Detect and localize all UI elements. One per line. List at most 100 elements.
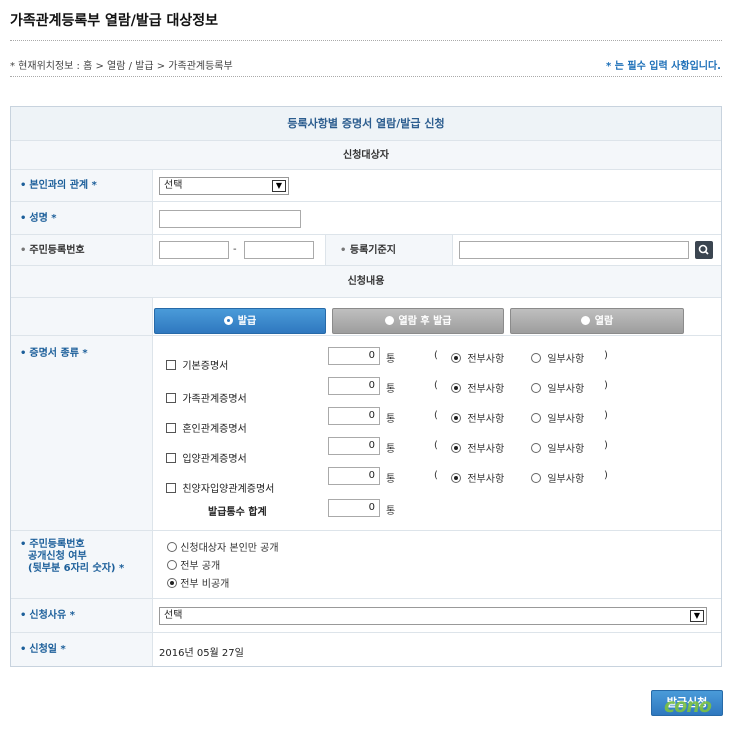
option-all[interactable]: 전부사항 [451, 350, 504, 365]
unit-label: 통 [386, 474, 396, 485]
form-header: 등록사항별 증명서 열람/발급 신청 [11, 107, 721, 141]
cert-item-basic[interactable]: 기본증명서 [166, 357, 228, 372]
total-count-input: 0 [328, 499, 380, 517]
chevron-down-icon: ▼ [272, 180, 286, 192]
relation-select[interactable]: 선택 ▼ [159, 177, 289, 195]
radio-icon[interactable] [167, 578, 177, 588]
option-part[interactable]: 일부사항 [531, 350, 584, 365]
name-row: • 성명 * [11, 202, 721, 235]
cert-count-input[interactable]: 0 [328, 467, 380, 485]
paren-open: ( [434, 380, 438, 391]
domicile-label: • 등록기준지 [325, 235, 453, 265]
cert-count-input[interactable]: 0 [328, 407, 380, 425]
checkbox[interactable] [166, 423, 176, 433]
paren-open: ( [434, 410, 438, 421]
date-value: 2016년 05월 27일 [159, 648, 244, 659]
radio-icon[interactable] [167, 542, 177, 552]
radio-icon[interactable] [531, 473, 541, 483]
checkbox[interactable] [166, 453, 176, 463]
name-label: • 성명 * [11, 202, 153, 234]
tab-row: 발급 열람 후 발급 열람 [11, 298, 721, 336]
radio-icon[interactable] [167, 560, 177, 570]
date-row: • 신청일 * 2016년 05월 27일 [11, 633, 721, 666]
total-label: 발급통수 합계 [208, 507, 267, 518]
disclosure-row: • 주민등록번호 공개신청 여부 (뒷부분 6자리 숫자) * 신청대상자 본인만… [11, 531, 721, 599]
radio-icon [223, 316, 233, 325]
tab-view-then-issue[interactable]: 열람 후 발급 [332, 308, 504, 334]
paren-open: ( [434, 470, 438, 481]
unit-label: 통 [386, 444, 396, 455]
radio-icon[interactable] [451, 413, 461, 423]
unit-label: 통 [386, 506, 396, 517]
search-button[interactable] [695, 241, 713, 259]
disclosure-option-all[interactable]: 전부 공개 [167, 557, 220, 572]
radio-icon [580, 316, 590, 325]
tab-view[interactable]: 열람 [510, 308, 684, 334]
checkbox[interactable] [166, 360, 176, 370]
rrn-label: • 주민등록번호 [11, 235, 153, 265]
paren-close: ) [604, 380, 608, 391]
option-part[interactable]: 일부사항 [531, 470, 584, 485]
rrn-back-input[interactable] [244, 241, 314, 259]
breadcrumb: * 현재위치정보 : 홈 > 열람 / 발급 > 가족관계등록부 [10, 61, 233, 72]
option-part[interactable]: 일부사항 [531, 410, 584, 425]
paren-close: ) [604, 440, 608, 451]
checkbox[interactable] [166, 393, 176, 403]
option-part[interactable]: 일부사항 [531, 440, 584, 455]
search-icon [698, 244, 709, 255]
reason-row: • 신청사유 * 선택 ▼ [11, 599, 721, 633]
paren-open: ( [434, 350, 438, 361]
unit-label: 통 [386, 354, 396, 365]
paren-close: ) [604, 410, 608, 421]
breadcrumb-divider [10, 76, 722, 77]
relation-row: • 본인과의 관계 * 선택 ▼ [11, 170, 721, 202]
required-note: * 는 필수 입력 사항입니다. [606, 61, 721, 72]
radio-icon[interactable] [531, 353, 541, 363]
page-title: 가족관계등록부 열람/발급 대상정보 [10, 13, 219, 29]
name-input[interactable] [159, 210, 301, 228]
cert-item-adoption[interactable]: 입양관계증명서 [166, 450, 247, 465]
radio-icon[interactable] [451, 473, 461, 483]
cert-type-row: • 증명서 종류 * 기본증명서 0 통 ( 전부사항 일부사항 ) 가족관계증명… [11, 336, 721, 531]
radio-icon[interactable] [451, 443, 461, 453]
reason-select[interactable]: 선택 ▼ [159, 607, 707, 625]
tab-row-label-cell [11, 298, 153, 335]
radio-icon [384, 316, 394, 325]
date-label: • 신청일 * [11, 633, 153, 666]
rrn-front-input[interactable] [159, 241, 229, 259]
target-section-header: 신청대상자 [11, 141, 721, 170]
logo: cono [664, 695, 712, 717]
disclosure-option-self[interactable]: 신청대상자 본인만 공개 [167, 539, 279, 554]
rrn-dash: - [233, 244, 237, 255]
option-part[interactable]: 일부사항 [531, 380, 584, 395]
cert-item-marriage[interactable]: 혼인관계증명서 [166, 420, 247, 435]
application-form: 등록사항별 증명서 열람/발급 신청 신청대상자 • 본인과의 관계 * 선택 ▼… [10, 106, 722, 667]
chevron-down-icon: ▼ [690, 610, 704, 622]
disclosure-label: • 주민등록번호 공개신청 여부 (뒷부분 6자리 숫자) * [11, 531, 153, 598]
radio-icon[interactable] [451, 383, 461, 393]
cert-count-input[interactable]: 0 [328, 347, 380, 365]
disclosure-option-none[interactable]: 전부 비공개 [167, 575, 229, 590]
option-all[interactable]: 전부사항 [451, 410, 504, 425]
tab-issue[interactable]: 발급 [154, 308, 326, 334]
option-all[interactable]: 전부사항 [451, 470, 504, 485]
checkbox[interactable] [166, 483, 176, 493]
radio-icon[interactable] [531, 443, 541, 453]
relation-label: • 본인과의 관계 * [11, 170, 153, 201]
cert-count-input[interactable]: 0 [328, 437, 380, 455]
paren-open: ( [434, 440, 438, 451]
option-all[interactable]: 전부사항 [451, 440, 504, 455]
radio-icon[interactable] [451, 353, 461, 363]
radio-icon[interactable] [531, 413, 541, 423]
radio-icon[interactable] [531, 383, 541, 393]
cert-type-label: • 증명서 종류 * [11, 336, 153, 530]
unit-label: 통 [386, 414, 396, 425]
cert-count-input[interactable]: 0 [328, 377, 380, 395]
content-section-header: 신청내용 [11, 266, 721, 298]
cert-item-family[interactable]: 가족관계증명서 [166, 390, 247, 405]
domicile-input[interactable] [459, 241, 689, 259]
option-all[interactable]: 전부사항 [451, 380, 504, 395]
unit-label: 통 [386, 384, 396, 395]
reason-label: • 신청사유 * [11, 599, 153, 632]
cert-item-full-adoption[interactable]: 친양자입양관계증명서 [166, 480, 274, 495]
